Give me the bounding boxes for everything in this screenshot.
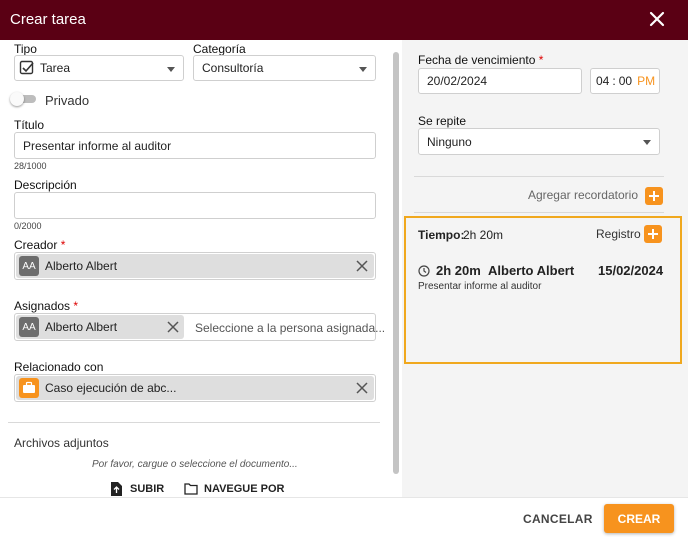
chevron-down-icon <box>167 67 175 72</box>
clear-icon[interactable] <box>167 321 179 333</box>
categoria-value: Consultoría <box>202 61 264 75</box>
create-button[interactable]: CREAR <box>604 504 674 533</box>
browse-label: NAVEGUE POR <box>204 483 285 495</box>
creador-label: Creador * <box>14 238 66 252</box>
tipo-value: Tarea <box>40 61 71 75</box>
plus-icon <box>649 191 659 201</box>
add-reminder-button[interactable] <box>645 187 663 205</box>
privado-label: Privado <box>45 93 90 108</box>
creador-field[interactable]: AA Alberto Albert <box>14 252 376 280</box>
dialog-title: Crear tarea <box>10 11 86 28</box>
section-divider <box>8 422 380 423</box>
vencimiento-date: 20/02/2024 <box>427 74 488 88</box>
avatar: AA <box>19 256 39 276</box>
titulo-input[interactable]: Presentar informe al auditor <box>14 132 376 159</box>
descripcion-input[interactable] <box>14 192 376 219</box>
creador-chip: AA Alberto Albert <box>16 254 374 278</box>
repite-value: Ninguno <box>427 134 472 149</box>
time-separator: : <box>612 74 616 88</box>
time-minute: 00 <box>618 74 633 88</box>
repite-select[interactable]: Ninguno <box>418 128 660 155</box>
time-entry[interactable]: 2h 20m Alberto Albert 15/02/2024 Present… <box>418 262 668 298</box>
close-icon[interactable] <box>646 8 668 30</box>
vencimiento-date-input[interactable]: 20/02/2024 <box>418 68 582 94</box>
relacionado-label: Relacionado con <box>14 360 104 374</box>
left-scrollbar[interactable] <box>393 52 399 474</box>
cancel-button[interactable]: CANCELAR <box>523 512 593 526</box>
entry-date: 15/02/2024 <box>598 263 664 278</box>
time-hour: 04 <box>596 74 610 88</box>
folder-icon <box>184 483 198 495</box>
upload-button[interactable]: SUBIR <box>110 482 164 496</box>
checkbox-icon <box>19 60 34 75</box>
repite-label: Se repite <box>418 114 467 128</box>
file-upload-icon <box>111 482 122 496</box>
relacionado-name: Caso ejecución de abc... <box>45 381 177 395</box>
asignados-search-placeholder[interactable]: Seleccione a la persona asignada... <box>195 321 385 335</box>
tipo-select[interactable]: Tarea <box>14 55 184 81</box>
recordatorio-label: Agregar recordatorio <box>527 188 638 202</box>
titulo-counter: 28/1000 <box>14 161 47 171</box>
creador-name: Alberto Albert <box>45 259 118 273</box>
browse-button[interactable]: NAVEGUE POR <box>184 483 284 495</box>
privado-toggle[interactable] <box>10 92 36 106</box>
vencimiento-label: Fecha de vencimiento * <box>418 53 544 67</box>
tiempo-label: Tiempo: <box>418 228 465 242</box>
asignados-chip: AA Alberto Albert <box>16 315 184 339</box>
vencimiento-time-input[interactable]: 04 : 00 PM <box>590 68 660 94</box>
clear-icon[interactable] <box>356 382 368 394</box>
descripcion-label: Descripción <box>14 178 77 192</box>
archivos-label: Archivos adjuntos <box>14 436 109 450</box>
categoria-select[interactable]: Consultoría <box>193 55 376 81</box>
section-divider <box>414 176 664 177</box>
categoria-label: Categoría <box>193 42 246 56</box>
archivos-hint: Por favor, cargue o seleccione el docume… <box>92 459 298 470</box>
asignados-name: Alberto Albert <box>45 320 118 334</box>
plus-icon <box>648 229 658 239</box>
upload-label: SUBIR <box>130 483 165 495</box>
registro-label: Registro <box>596 227 641 241</box>
add-registro-button[interactable] <box>644 225 662 243</box>
briefcase-icon <box>19 378 39 398</box>
asignados-label: Asignados * <box>14 299 79 313</box>
dialog-header: Crear tarea <box>0 0 688 40</box>
entry-note: Presentar informe al auditor <box>418 281 542 292</box>
chevron-down-icon <box>643 140 651 145</box>
time-ampm[interactable]: PM <box>637 74 655 88</box>
tipo-label: Tipo <box>14 42 37 56</box>
section-divider <box>414 212 664 213</box>
entry-duration: 2h 20m <box>436 263 481 278</box>
chevron-down-icon <box>359 67 367 72</box>
entry-person: Alberto Albert <box>488 263 575 278</box>
asignados-field[interactable]: AA Alberto Albert Seleccione a la person… <box>14 313 385 341</box>
titulo-value: Presentar informe al auditor <box>23 138 172 153</box>
descripcion-counter: 0/2000 <box>14 221 42 231</box>
titulo-label: Título <box>14 118 45 132</box>
time-tracking-panel: Tiempo: 2h 20m Registro 2h 20m Alberto A… <box>404 216 682 364</box>
clock-icon <box>418 265 430 277</box>
tiempo-total: 2h 20m <box>463 228 504 242</box>
relacionado-field[interactable]: Caso ejecución de abc... <box>14 374 376 402</box>
toggle-knob <box>10 92 24 106</box>
relacionado-chip: Caso ejecución de abc... <box>16 376 374 400</box>
form-left-panel: Tipo Tarea Categoría Consultoría Privado… <box>0 40 400 497</box>
clear-icon[interactable] <box>356 260 368 272</box>
avatar: AA <box>19 317 39 337</box>
